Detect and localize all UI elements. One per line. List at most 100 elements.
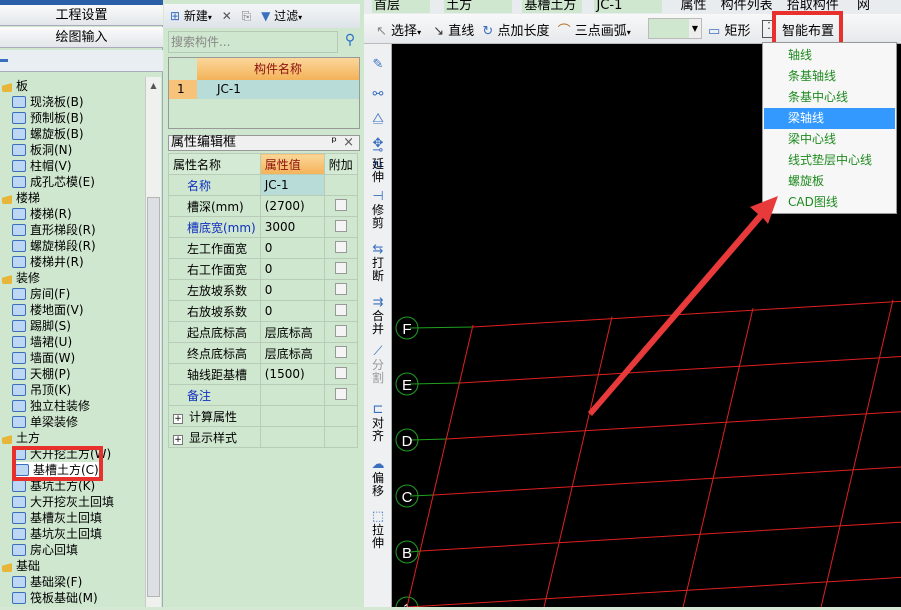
menu-item[interactable]: CAD图线 bbox=[764, 192, 895, 213]
tree-folder[interactable]: 楼梯 bbox=[2, 190, 40, 206]
collapse-icon[interactable] bbox=[0, 59, 8, 62]
arc-button[interactable]: 三点画弧 bbox=[575, 24, 627, 39]
menu-item[interactable]: 条基轴线 bbox=[764, 66, 895, 87]
component-list-button[interactable]: 构件列表 bbox=[721, 0, 773, 13]
tree-item[interactable]: 房间(F) bbox=[12, 286, 70, 302]
tool-0[interactable]: ⊸ 延伸 bbox=[364, 144, 392, 184]
properties-button[interactable]: 属性 bbox=[680, 0, 706, 13]
grid-button[interactable]: 网 bbox=[857, 0, 870, 13]
scroll-up-icon[interactable]: ▲ bbox=[146, 81, 161, 90]
new-button[interactable]: 新建 bbox=[184, 9, 208, 23]
tool-4[interactable]: ⟋ 分割 bbox=[364, 345, 392, 385]
tool-2[interactable]: ⇆ 打断 bbox=[364, 243, 392, 283]
extra-checkbox[interactable] bbox=[334, 240, 347, 253]
style-select[interactable]: ▼ bbox=[648, 18, 702, 39]
prop-value[interactable]: 0 bbox=[259, 258, 325, 280]
menu-item[interactable]: 条基中心线 bbox=[764, 87, 895, 108]
prop-row[interactable]: 轴线距基槽 (1500) bbox=[168, 363, 358, 385]
extra-checkbox[interactable] bbox=[334, 303, 347, 316]
tree-folder[interactable]: 装修 bbox=[2, 270, 40, 286]
scroll-thumb[interactable] bbox=[147, 197, 160, 597]
tool-1[interactable]: ⊣ 修剪 bbox=[364, 190, 392, 230]
extra-checkbox[interactable] bbox=[334, 261, 347, 274]
tree-item[interactable]: 预制板(B) bbox=[12, 110, 84, 126]
tree-item[interactable]: 现浇板(B) bbox=[12, 94, 84, 110]
tree-item[interactable]: 基础梁(F) bbox=[12, 574, 82, 590]
tree-item[interactable]: 踢脚(S) bbox=[12, 318, 71, 334]
prop-group[interactable]: + 计算属性 bbox=[168, 405, 358, 427]
prop-value[interactable]: 0 bbox=[259, 279, 325, 301]
tree-folder[interactable]: 土方 bbox=[2, 430, 40, 446]
prop-value[interactable]: (1500) bbox=[259, 363, 325, 385]
prop-value[interactable]: (2700) bbox=[259, 195, 325, 217]
prop-row[interactable]: 备注 bbox=[168, 384, 358, 406]
prop-value[interactable]: 3000 bbox=[259, 216, 325, 238]
tool-7[interactable]: ⬚ 拉伸 bbox=[364, 510, 392, 550]
search-icon[interactable]: ⚲ bbox=[340, 32, 360, 52]
menu-item[interactable]: 梁中心线 bbox=[764, 129, 895, 150]
prop-row[interactable]: 左放坡系数 0 bbox=[168, 279, 358, 301]
prop-value[interactable]: 0 bbox=[259, 237, 325, 259]
tool-button[interactable]: ⚯ bbox=[364, 88, 392, 102]
prop-value[interactable]: JC-1 bbox=[259, 174, 325, 196]
tree-item[interactable]: 楼梯(R) bbox=[12, 206, 72, 222]
filter-button[interactable]: 过滤 bbox=[274, 9, 298, 23]
extra-checkbox[interactable] bbox=[334, 345, 347, 358]
category-select[interactable]: 土方 bbox=[444, 0, 513, 13]
close-icon[interactable]: × bbox=[343, 136, 354, 150]
delete-icon[interactable]: ✕ bbox=[222, 9, 232, 23]
expand-icon[interactable]: + bbox=[173, 413, 183, 424]
tree-item[interactable]: 独立柱装修 bbox=[12, 398, 90, 414]
tree-folder[interactable]: 板 bbox=[2, 78, 28, 94]
prop-row[interactable]: 起点底标高 层底标高 bbox=[168, 321, 358, 343]
tool-3[interactable]: ⇉ 合并 bbox=[364, 296, 392, 336]
tree-item[interactable]: 柱帽(V) bbox=[12, 158, 72, 174]
tool-icon[interactable]: ⧋ bbox=[364, 112, 392, 126]
tree-item[interactable]: 成孔芯模(E) bbox=[12, 174, 95, 190]
tree-item[interactable]: 筏板基础(M) bbox=[12, 590, 98, 606]
menu-item[interactable]: 螺旋板 bbox=[764, 171, 895, 192]
extra-checkbox[interactable] bbox=[334, 324, 347, 337]
tree-item[interactable]: 大开挖灰土回填 bbox=[12, 494, 114, 510]
extra-checkbox[interactable] bbox=[334, 366, 347, 379]
tool-button[interactable]: ✎ bbox=[364, 58, 392, 72]
prop-row[interactable]: 槽深(mm) (2700) bbox=[168, 195, 358, 217]
tree-item[interactable]: 直形梯段(R) bbox=[12, 222, 96, 238]
menu-item[interactable]: 梁轴线 bbox=[764, 108, 895, 129]
tool-icon[interactable]: ✎ bbox=[364, 58, 392, 72]
copy-icon[interactable]: ⎘ bbox=[242, 9, 252, 23]
extra-checkbox[interactable] bbox=[334, 198, 347, 211]
tool-5[interactable]: ⊏ 对齐 bbox=[364, 403, 392, 443]
column-header-name[interactable]: 构件名称 bbox=[197, 58, 359, 80]
tree-item[interactable]: 楼梯井(R) bbox=[12, 254, 84, 270]
tree-item[interactable]: 吊顶(K) bbox=[12, 382, 71, 398]
tree-item[interactable]: 楼地面(V) bbox=[12, 302, 84, 318]
tree-item[interactable]: 墙面(W) bbox=[12, 350, 75, 366]
tree-item[interactable]: 房心回填 bbox=[12, 542, 78, 558]
line-button[interactable]: 直线 bbox=[448, 24, 474, 39]
drawing-input-button[interactable]: 绘图输入 bbox=[0, 27, 163, 48]
extra-checkbox[interactable] bbox=[334, 387, 347, 400]
prop-row[interactable]: 终点底标高 层底标高 bbox=[168, 342, 358, 364]
prop-row[interactable]: 左工作面宽 0 bbox=[168, 237, 358, 259]
menu-item[interactable]: 线式垫层中心线 bbox=[764, 150, 895, 171]
prop-row[interactable]: 槽底宽(mm) 3000 bbox=[168, 216, 358, 238]
prop-group[interactable]: + 显示样式 bbox=[168, 426, 358, 448]
tree-item[interactable]: 螺旋板(B) bbox=[12, 126, 84, 142]
pin-icon[interactable]: ᵖ bbox=[331, 136, 337, 150]
tree-item[interactable]: 板洞(N) bbox=[12, 142, 72, 158]
project-settings-button[interactable]: 工程设置 bbox=[0, 5, 163, 26]
tool-button[interactable]: ⧋ bbox=[364, 112, 392, 126]
tree-item[interactable]: 螺旋梯段(R) bbox=[12, 238, 96, 254]
rect-button[interactable]: 矩形 bbox=[724, 24, 750, 39]
component-row-jc1[interactable]: JC-1 bbox=[197, 80, 359, 99]
search-input[interactable]: 搜索构件... bbox=[168, 31, 338, 53]
tool-icon[interactable]: ⚯ bbox=[364, 88, 392, 102]
tree-item[interactable]: 天棚(P) bbox=[12, 366, 71, 382]
prop-row[interactable]: 右工作面宽 0 bbox=[168, 258, 358, 280]
type-select[interactable]: 基槽土方 bbox=[522, 0, 583, 13]
prop-row[interactable]: 右放坡系数 0 bbox=[168, 300, 358, 322]
component-select[interactable]: JC-1 bbox=[594, 0, 663, 13]
menu-item[interactable]: 轴线 bbox=[764, 45, 895, 66]
extra-checkbox[interactable] bbox=[334, 219, 347, 232]
